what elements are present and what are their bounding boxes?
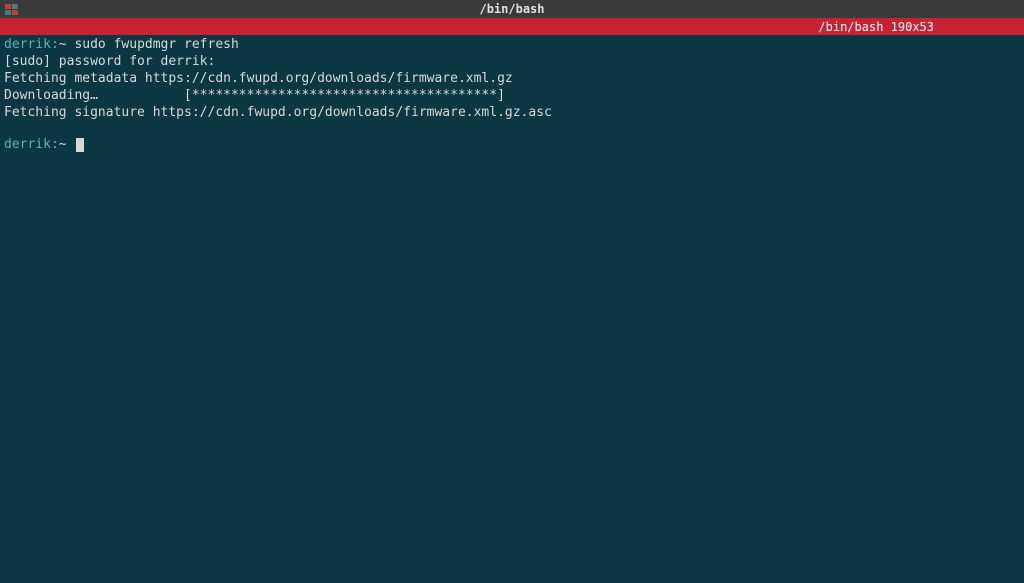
prompt-path: ~	[59, 137, 75, 152]
window-menu-icon[interactable]	[4, 3, 18, 15]
prompt-user: derrik	[4, 37, 51, 52]
terminal-line: derrik:~ sudo fwupdmgr refresh	[4, 37, 1020, 54]
terminal-output[interactable]: derrik:~ sudo fwupdmgr refresh [sudo] pa…	[0, 35, 1024, 156]
status-text: /bin/bash 190x53	[818, 20, 934, 34]
window-title: /bin/bash	[479, 2, 544, 16]
prompt-separator: :	[51, 37, 59, 52]
prompt-user: derrik	[4, 137, 51, 152]
prompt-separator: :	[51, 137, 59, 152]
terminal-line: derrik:~	[4, 137, 1020, 154]
command-text: sudo fwupdmgr refresh	[74, 37, 238, 52]
terminal-line: Fetching signature https://cdn.fwupd.org…	[4, 105, 1020, 122]
status-bar: /bin/bash 190x53	[0, 18, 1024, 35]
cursor-icon	[76, 138, 84, 152]
terminal-line: [sudo] password for derrik:	[4, 54, 1020, 71]
terminal-line: Downloading… [**************************…	[4, 88, 1020, 105]
prompt-path: ~	[59, 37, 75, 52]
terminal-line: Fetching metadata https://cdn.fwupd.org/…	[4, 71, 1020, 88]
window-titlebar[interactable]: /bin/bash	[0, 0, 1024, 18]
